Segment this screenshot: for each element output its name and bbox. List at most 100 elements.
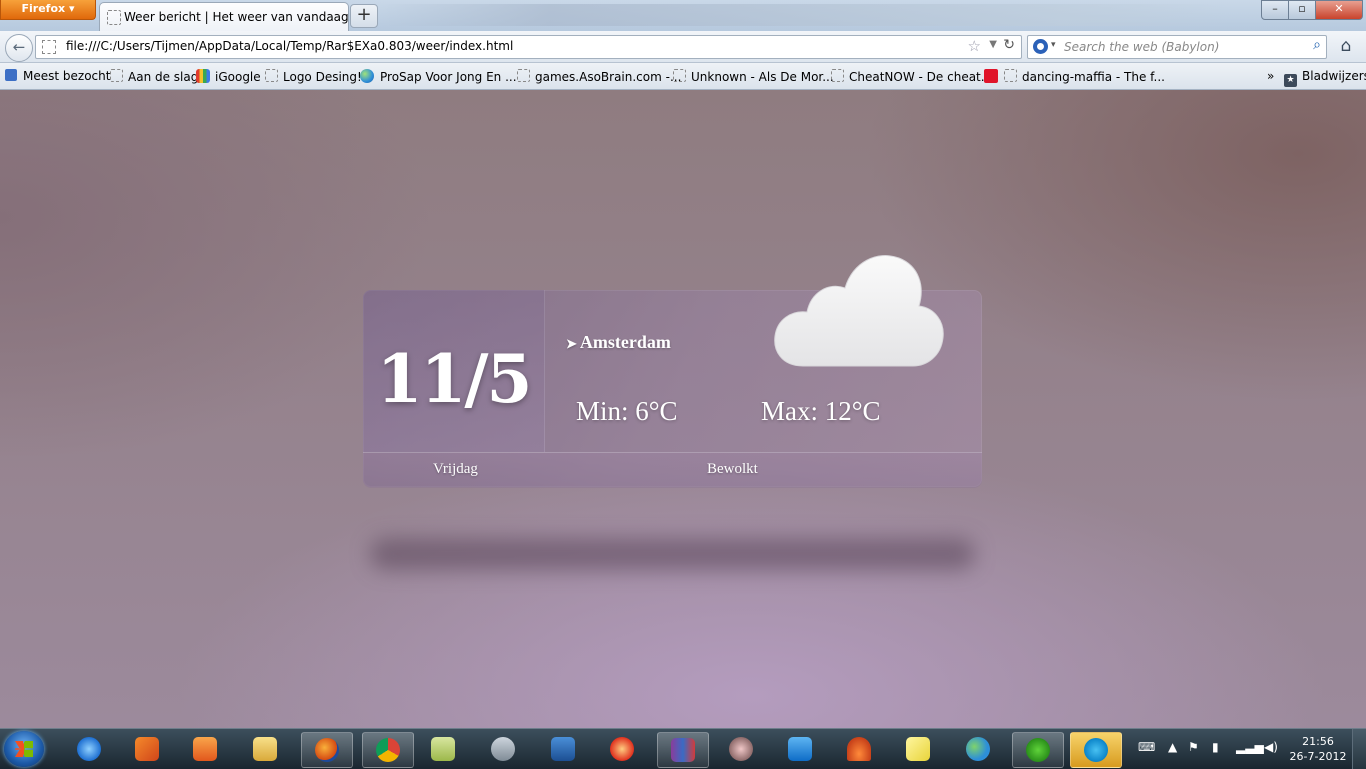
clock-time: 21:56 [1302, 735, 1334, 748]
weather-footer: Vrijdag Bewolkt [363, 452, 982, 488]
condition-label: Bewolkt [707, 461, 758, 477]
taskbar-notes[interactable] [418, 732, 468, 766]
show-hidden-icons-chevron[interactable]: ▲ [1168, 740, 1177, 754]
network-signal-icon[interactable]: ▂▃▅ [1236, 740, 1264, 754]
reload-icon[interactable]: ↻ [1003, 37, 1015, 53]
notes-icon [431, 737, 455, 761]
power-icon[interactable]: ▮ [1212, 740, 1219, 754]
maximize-button[interactable]: ▫ [1288, 0, 1316, 20]
home-icon[interactable]: ⌂ [1333, 36, 1359, 58]
page-content: 11/5 ➤ Amsterdam Min: 6°C Max: 12°C Vrijd… [0, 90, 1366, 728]
back-button[interactable]: ← [5, 34, 33, 62]
page-icon [517, 69, 530, 82]
bookmarks-toolbar: Meest bezocht Aan de slag iGoogle Logo D… [0, 63, 1366, 90]
minimize-button[interactable]: – [1261, 0, 1289, 20]
taskbar-car[interactable] [834, 732, 884, 766]
media-player-icon [193, 737, 217, 761]
internet-explorer-icon [77, 737, 101, 761]
volume-icon[interactable]: ◀) [1264, 740, 1278, 754]
action-center-flag-icon[interactable]: ⚑ [1188, 740, 1199, 754]
navigation-toolbar: ← file:///C:/Users/Tijmen/AppData/Local/… [0, 31, 1366, 63]
satellite-icon [491, 737, 515, 761]
taskbar-winrar[interactable] [657, 732, 709, 768]
taskbar-teamviewer[interactable] [775, 732, 825, 766]
back-arrow-icon: ← [12, 38, 26, 56]
page-icon [107, 10, 121, 25]
max-temperature: Max: 12°C [761, 396, 881, 426]
bookmarks-menu-button[interactable]: ★ Bladwijzers [1284, 69, 1366, 87]
chrome-icon [376, 738, 400, 762]
search-bar[interactable]: ▾ Search the web (Babylon) ⌕ [1027, 35, 1327, 59]
page-icon [673, 69, 686, 82]
page-icon [1004, 69, 1017, 82]
bookmarks-menu-icon: ★ [1284, 74, 1297, 87]
keyboard-icon[interactable]: ⌨ [1138, 740, 1155, 754]
new-tab-button[interactable]: + [350, 4, 378, 28]
bookmark-meest-bezocht[interactable]: Meest bezocht [5, 69, 110, 83]
site-identity-icon[interactable] [42, 40, 56, 54]
taskbar-firefox[interactable] [301, 732, 353, 768]
teamviewer-icon [788, 737, 812, 761]
red-bookmark-icon [984, 69, 998, 83]
search-icon[interactable]: ⌕ [1313, 37, 1321, 53]
igoogle-icon [196, 69, 210, 83]
clock-date: 26-7-2012 [1289, 750, 1347, 763]
spotify-icon [1026, 738, 1050, 762]
bookmark-logo-desing[interactable]: Logo Desing! [265, 69, 362, 84]
widget-reflection-shadow [370, 538, 975, 570]
windows-taskbar: ⌨ ▲ ⚑ ▮ ▂▃▅ ◀) 21:56 26-7-2012 [0, 728, 1366, 769]
taskbar-spotify[interactable] [1012, 732, 1064, 768]
taskbar-media-player[interactable] [180, 732, 230, 766]
taskbar-sticky-notes[interactable] [893, 732, 943, 766]
game-icon [610, 737, 634, 761]
show-desktop-button[interactable] [1352, 729, 1366, 769]
taskbar-messenger[interactable] [953, 732, 1003, 766]
bookmarks-overflow-chevron[interactable]: » [1267, 69, 1274, 83]
taskbar-chrome[interactable] [362, 732, 414, 768]
search-engine-icon[interactable] [1033, 39, 1048, 54]
page-icon [265, 69, 278, 82]
taskbar-file-explorer[interactable] [240, 732, 290, 766]
page-icon [831, 69, 844, 82]
weather-location: ➤ Amsterdam [566, 332, 671, 353]
address-bar[interactable]: file:///C:/Users/Tijmen/AppData/Local/Te… [35, 35, 1022, 59]
office-icon [135, 737, 159, 761]
bookmark-cheatnow[interactable]: CheatNOW - De cheat... [831, 69, 992, 84]
tab-title: Weer bericht | Het weer van vandaag [124, 10, 349, 24]
engine-dropdown-icon[interactable]: ▾ [1051, 40, 1056, 50]
bookmark-prosap[interactable]: ProSap Voor Jong En ... [360, 69, 517, 84]
weather-date: 11/5 [376, 340, 533, 418]
bookmark-dancing-maffia[interactable]: dancing-maffia - The f... [984, 69, 1165, 84]
bookmark-blue-icon [5, 69, 17, 81]
taskbar-clock[interactable]: 21:56 26-7-2012 [1288, 734, 1348, 764]
history-dropdown-icon[interactable]: ▼ [989, 39, 997, 50]
globe-icon [360, 69, 374, 83]
close-button[interactable]: ✕ [1315, 0, 1363, 20]
tab-strip-background [380, 4, 1230, 26]
cloud-icon [774, 255, 944, 367]
taskbar-office[interactable] [122, 732, 172, 766]
mixer-icon [551, 737, 575, 761]
start-button[interactable] [4, 731, 44, 767]
taskbar-internet-explorer[interactable] [64, 732, 114, 766]
window-titlebar: Firefox ▾ Weer bericht | Het weer van va… [0, 0, 1366, 32]
taskbar-satellite[interactable] [478, 732, 528, 766]
taskbar-game[interactable] [597, 732, 647, 766]
bookmark-asobrain[interactable]: games.AsoBrain.com -... [517, 69, 681, 84]
taskbar-mixer[interactable] [538, 732, 588, 766]
taskbar-security[interactable] [716, 732, 766, 766]
winrar-icon [671, 738, 695, 762]
tab-weather[interactable]: Weer bericht | Het weer van vandaag [99, 2, 349, 32]
firefox-menu-button[interactable]: Firefox ▾ [0, 0, 96, 20]
car-icon [847, 737, 871, 761]
bookmark-star-icon[interactable]: ☆ [968, 37, 981, 55]
firefox-icon [315, 738, 339, 762]
security-icon [729, 737, 753, 761]
bookmark-igoogle[interactable]: iGoogle [196, 69, 261, 84]
taskbar-skype[interactable] [1070, 732, 1122, 768]
bookmark-unknown[interactable]: Unknown - Als De Mor... [673, 69, 834, 84]
bookmark-aan-de-slag[interactable]: Aan de slag [110, 69, 198, 84]
date-panel: 11/5 [363, 290, 545, 452]
url-text: file:///C:/Users/Tijmen/AppData/Local/Te… [66, 39, 514, 53]
folder-icon [253, 737, 277, 761]
